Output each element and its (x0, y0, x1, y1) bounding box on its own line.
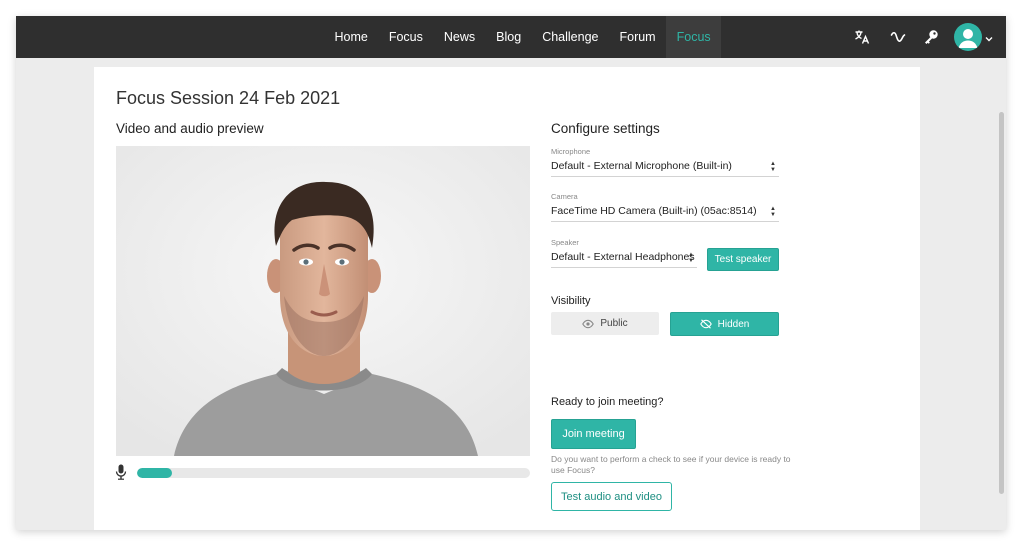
visibility-public-button[interactable]: Public (551, 312, 659, 335)
select-arrows-icon: ▲ ▼ (770, 206, 776, 218)
camera-value: FaceTime HD Camera (Built-in) (05ac:8514… (551, 205, 757, 217)
visibility-label: Visibility (551, 295, 591, 307)
page-title: Focus Session 24 Feb 2021 (116, 88, 341, 108)
camera-select[interactable]: FaceTime HD Camera (Built-in) (05ac:8514… (551, 202, 779, 222)
nav-item-blog[interactable]: Blog (486, 16, 532, 58)
nav-item-focus[interactable]: Focus (378, 16, 433, 58)
audio-level-fill (137, 468, 173, 478)
speaker-value: Default - External Headphones (551, 251, 695, 263)
nav-links: Home Focus News Blog Challenge Forum Foc… (324, 16, 722, 58)
person-image (116, 146, 530, 456)
scrollbar-thumb[interactable] (999, 112, 1004, 494)
video-preview (116, 146, 530, 456)
nav-item-news[interactable]: News (433, 16, 485, 58)
select-arrows-icon: ▲ ▼ (688, 252, 694, 264)
nav-item-focus-active[interactable]: Focus (666, 16, 722, 58)
app-window: Home Focus News Blog Challenge Forum Foc… (16, 16, 1006, 530)
nav-item-home[interactable]: Home (324, 16, 378, 58)
eye-off-icon (699, 319, 712, 329)
speaker-label: Speaker (551, 238, 579, 247)
visibility-hidden-button[interactable]: Hidden (670, 312, 779, 336)
user-avatar-icon[interactable] (954, 23, 982, 51)
select-arrows-icon: ▲ ▼ (770, 161, 776, 173)
activity-wave-icon[interactable] (888, 27, 908, 47)
test-audio-video-button[interactable]: Test audio and video (551, 482, 672, 511)
session-card: Focus Session 24 Feb 2021 Video and audi… (94, 67, 920, 530)
key-icon[interactable] (921, 27, 941, 47)
preview-heading: Video and audio preview (116, 121, 264, 136)
settings-heading: Configure settings (551, 121, 660, 136)
chevron-down-icon[interactable] (984, 31, 994, 42)
translate-icon[interactable] (852, 27, 872, 47)
test-speaker-button[interactable]: Test speaker (707, 248, 779, 271)
join-question: Ready to join meeting? (551, 396, 664, 408)
camera-label: Camera (551, 192, 578, 201)
public-label: Public (600, 318, 628, 329)
microphone-icon (114, 464, 128, 480)
join-meeting-button[interactable]: Join meeting (551, 419, 636, 449)
audio-level-meter (137, 468, 530, 478)
microphone-label: Microphone (551, 147, 591, 156)
top-navbar: Home Focus News Blog Challenge Forum Foc… (16, 16, 1006, 58)
scrollbar[interactable] (997, 58, 1006, 530)
eye-icon (582, 319, 595, 329)
nav-item-forum[interactable]: Forum (609, 16, 666, 58)
nav-item-challenge[interactable]: Challenge (532, 16, 609, 58)
device-check-hint: Do you want to perform a check to see if… (551, 454, 791, 475)
hidden-label: Hidden (717, 318, 750, 330)
speaker-select[interactable]: Default - External Headphones ▲ ▼ (551, 248, 697, 268)
microphone-value: Default - External Microphone (Built-in) (551, 160, 732, 172)
microphone-select[interactable]: Default - External Microphone (Built-in)… (551, 157, 779, 177)
